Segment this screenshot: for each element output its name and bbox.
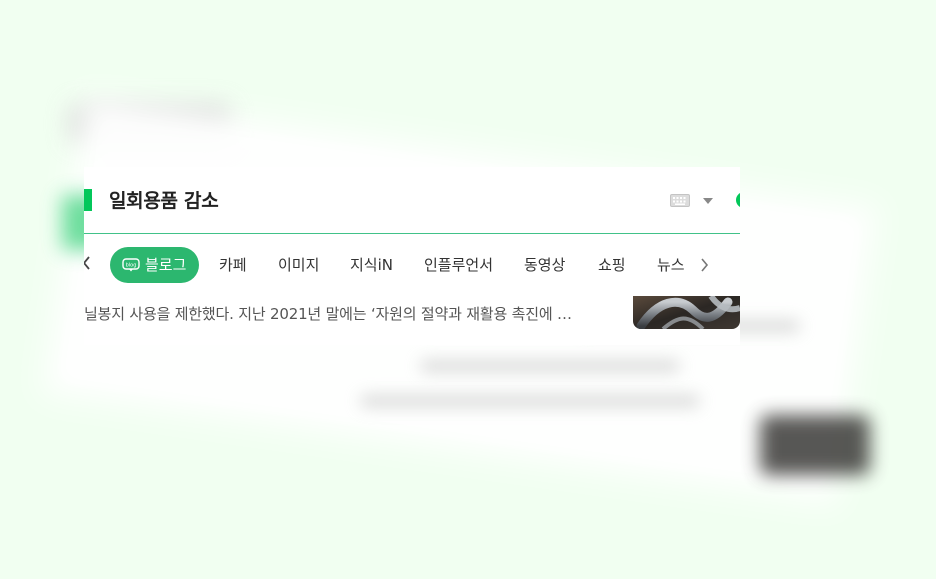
search-tabs: blog 블로그 카페 이미지 지식iN 인플루언서 동영상 쇼핑 뉴스 <box>84 234 740 296</box>
blurred-text-line <box>420 360 680 372</box>
search-button[interactable] <box>736 192 740 208</box>
tab-label: 블로그 <box>145 256 187 274</box>
chevron-down-icon[interactable] <box>703 198 713 204</box>
tab-video[interactable]: 동영상 <box>524 247 565 283</box>
svg-text:blog: blog <box>126 262 137 268</box>
tab-cafe[interactable]: 카페 <box>219 247 247 283</box>
keyboard-icon[interactable] <box>670 194 690 207</box>
result-snippet[interactable]: 닐봉지 사용을 제한했다. 지난 2021년 말에는 ‘자원의 절약과 재활용 … <box>84 303 572 324</box>
chevron-right-icon[interactable] <box>699 258 709 272</box>
chevron-left-icon[interactable] <box>84 256 92 270</box>
tab-shopping[interactable]: 쇼핑 <box>598 247 626 283</box>
tab-influencer[interactable]: 인플루언서 <box>424 247 493 283</box>
result-thumbnail[interactable] <box>633 296 740 329</box>
blog-icon: blog <box>122 258 140 272</box>
search-bar: 일회용품 감소 <box>84 167 740 234</box>
search-card: 일회용품 감소 blog 블로그 카페 이미지 지식iN 인플루언서 동영상 쇼… <box>84 167 740 345</box>
tab-news[interactable]: 뉴스 <box>657 247 685 283</box>
tab-blog[interactable]: blog 블로그 <box>110 247 200 283</box>
blurred-thumbnail <box>760 415 870 475</box>
tab-kin[interactable]: 지식iN <box>350 247 393 283</box>
search-accent-bar <box>84 189 92 211</box>
blurred-text-line <box>360 395 700 407</box>
tab-images[interactable]: 이미지 <box>278 247 319 283</box>
search-input[interactable]: 일회용품 감소 <box>109 186 219 213</box>
